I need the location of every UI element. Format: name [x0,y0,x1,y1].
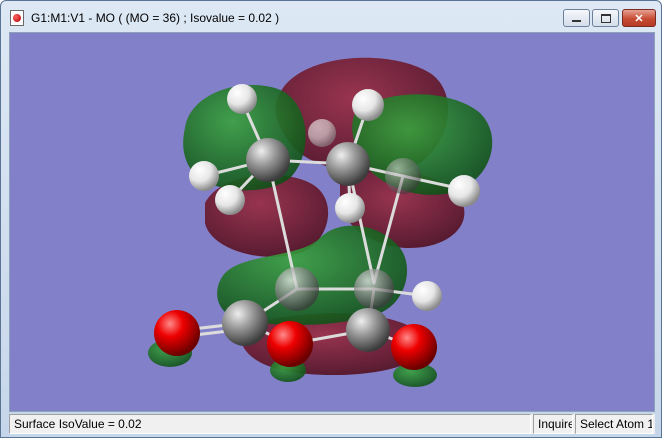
window-title: G1:M1:V1 - MO ( (MO = 36) ; Isovalue = 0… [31,11,280,25]
carbon-atom[interactable] [275,267,319,311]
select-atom-status[interactable]: Select Atom 1 [575,414,653,434]
carbon-atom[interactable] [222,300,268,346]
status-bar: Surface IsoValue = 0.02 Inquire Select A… [9,414,655,434]
hydrogen-atom[interactable] [308,119,336,147]
minimize-icon [572,20,581,22]
maximize-button[interactable] [592,9,619,27]
title-bar[interactable]: G1:M1:V1 - MO ( (MO = 36) ; Isovalue = 0… [1,1,661,31]
app-icon[interactable] [10,10,24,26]
oxygen-atom[interactable] [154,310,200,356]
molecular-orbital-render[interactable] [10,33,655,412]
close-icon: ✕ [634,12,644,25]
molecule-viewport[interactable] [9,32,655,412]
hydrogen-atom[interactable] [412,281,442,311]
carbon-atom[interactable] [246,138,290,182]
hydrogen-atom[interactable] [352,89,384,121]
mode-status[interactable]: Inquire [533,414,573,434]
hydrogen-atom[interactable] [448,175,480,207]
close-button[interactable]: ✕ [622,9,656,27]
carbon-atom[interactable] [354,269,394,309]
hydrogen-atom[interactable] [189,161,219,191]
minimize-button[interactable] [563,9,590,27]
surface-isovalue-status: Surface IsoValue = 0.02 [9,414,531,434]
oxygen-atom[interactable] [391,324,437,370]
carbon-atom[interactable] [385,158,421,194]
maximize-icon [600,13,611,23]
hydrogen-atom[interactable] [335,193,365,223]
carbon-atom[interactable] [326,142,370,186]
oxygen-atom[interactable] [267,321,313,367]
carbon-atom[interactable] [346,308,390,352]
hydrogen-atom[interactable] [227,84,257,114]
hydrogen-atom[interactable] [215,185,245,215]
molecule-viewer-window: G1:M1:V1 - MO ( (MO = 36) ; Isovalue = 0… [0,0,662,438]
